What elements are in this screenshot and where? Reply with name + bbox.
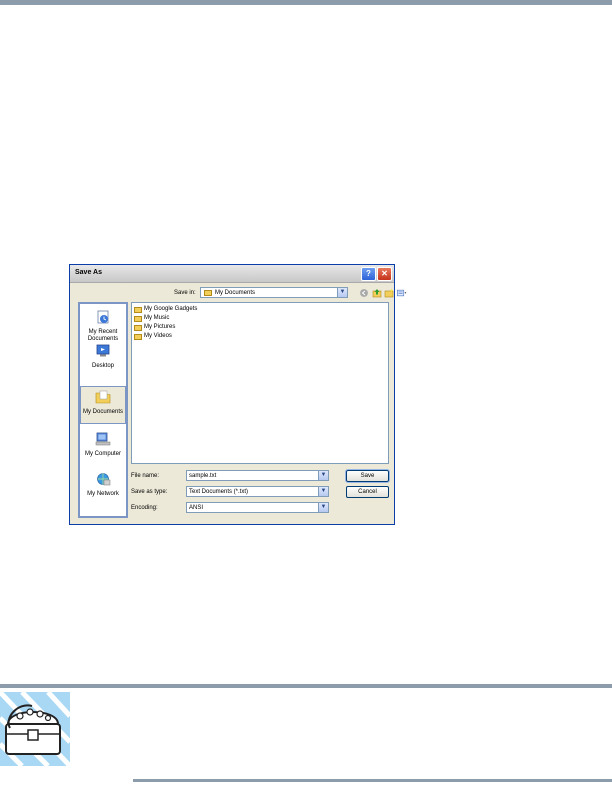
place-label: My Recent Documents (87, 329, 119, 342)
save-in-value: My Documents (215, 290, 256, 296)
place-my-network[interactable]: My Network (80, 472, 126, 498)
help-button[interactable]: ? (361, 267, 376, 281)
save-in-dropdown[interactable]: My Documents ▼ (200, 287, 348, 298)
save-as-dialog: Save As ? ✕ Save in: My Documents ▼ My R… (69, 264, 407, 525)
divider (0, 684, 612, 688)
top-rule (0, 0, 612, 5)
up-folder-icon[interactable] (372, 288, 382, 298)
chevron-down-icon[interactable]: ▼ (337, 288, 347, 297)
save-button[interactable]: Save (345, 469, 390, 483)
back-icon[interactable] (360, 289, 368, 297)
save-as-type-label: Save as type: (131, 489, 168, 495)
treasure-chest-icon (0, 688, 72, 768)
file-name: My Videos (144, 333, 172, 339)
chevron-down-icon[interactable]: ▼ (318, 503, 328, 512)
place-my-documents[interactable]: My Documents (80, 386, 126, 424)
dialog-title: Save As (75, 269, 102, 276)
file-name: My Pictures (144, 324, 176, 330)
my-documents-icon (95, 390, 111, 404)
encoding-label: Encoding: (131, 505, 158, 511)
folder-icon (134, 325, 142, 331)
folder-icon (134, 316, 142, 322)
my-computer-icon (95, 432, 111, 446)
save-as-type-value: Text Documents (*.txt) (189, 489, 249, 495)
save-as-type-dropdown[interactable]: Text Documents (*.txt) ▼ (186, 486, 329, 497)
file-name-value: sample.txt (189, 473, 217, 479)
place-label: My Computer (84, 451, 121, 457)
file-name-label: File name: (131, 473, 160, 479)
place-my-recent-documents[interactable]: My Recent Documents (80, 310, 126, 343)
folder-icon (134, 334, 142, 340)
chevron-down-icon[interactable]: ▼ (318, 471, 328, 480)
new-folder-icon[interactable] (384, 288, 394, 298)
desktop-icon (96, 344, 110, 357)
place-label: My Documents (82, 409, 123, 415)
divider (133, 779, 612, 782)
place-label: My Network (87, 491, 119, 497)
close-button[interactable]: ✕ (377, 267, 392, 281)
cancel-button[interactable]: Cancel (346, 486, 389, 498)
recent-documents-icon (97, 310, 109, 324)
place-desktop[interactable]: Desktop (80, 344, 126, 370)
place-label: Desktop (91, 363, 114, 369)
chevron-down-icon[interactable]: ▼ (318, 487, 328, 496)
my-network-icon (97, 473, 111, 486)
title-bar[interactable]: Save As ? ✕ (70, 265, 394, 283)
file-name: My Music (144, 315, 170, 321)
encoding-dropdown[interactable]: ANSI ▼ (186, 502, 329, 513)
file-name: My Google Gadgets (144, 306, 198, 312)
folder-icon (204, 290, 212, 296)
file-name-input[interactable]: sample.txt ▼ (186, 470, 329, 481)
place-my-computer[interactable]: My Computer (80, 432, 126, 458)
file-list[interactable]: My Google Gadgets My Music My Pictures M… (131, 302, 389, 464)
folder-icon (134, 307, 142, 313)
encoding-value: ANSI (189, 505, 204, 511)
views-menu-icon[interactable] (397, 288, 407, 298)
save-in-label: Save in: (174, 290, 196, 296)
places-bar: My Recent Documents Desktop My Documents… (78, 302, 128, 518)
